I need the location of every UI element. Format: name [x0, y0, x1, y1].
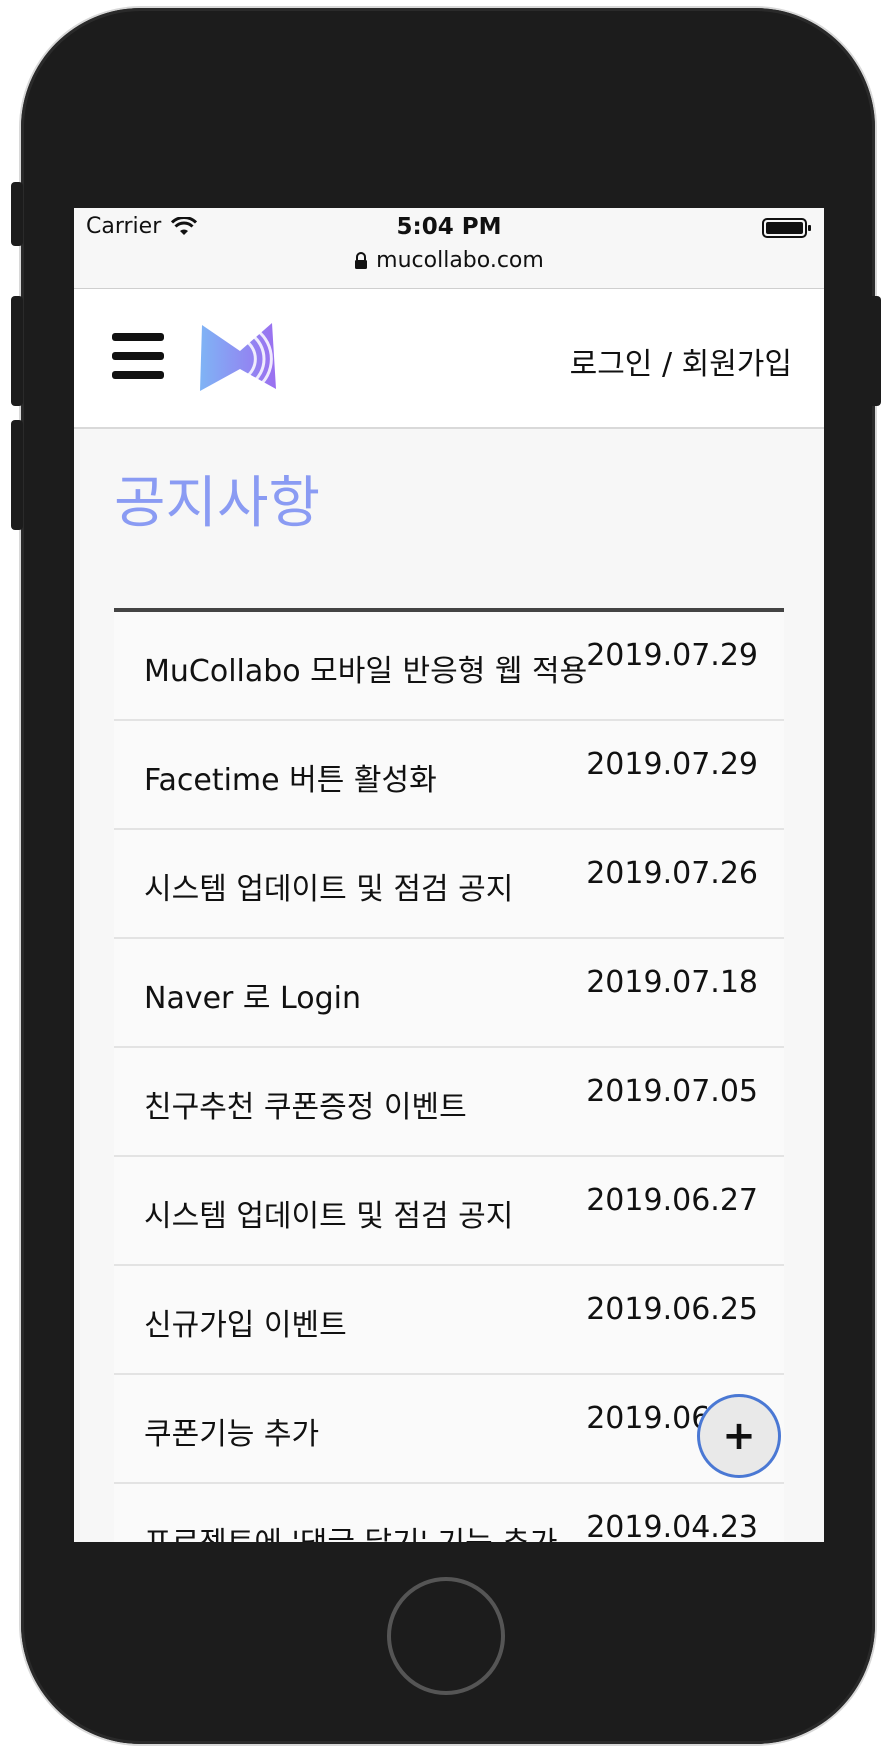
list-item[interactable]: 프로젝트에 '댓글 달기' 기능 추가 2019.04.23 [114, 1484, 784, 1542]
address-bar[interactable]: mucollabo.com [74, 248, 824, 273]
list-item[interactable]: 시스템 업데이트 및 점검 공지 2019.06.27 [114, 1157, 784, 1266]
login-signup-link[interactable]: 로그인 / 회원가입 [570, 339, 792, 383]
mute-switch [11, 182, 23, 246]
power-button [869, 296, 881, 406]
notice-title[interactable]: 시스템 업데이트 및 점검 공지 [144, 864, 513, 908]
add-button[interactable]: + [697, 1394, 781, 1478]
list-item[interactable]: 쿠폰기능 추가 2019.06.25 [114, 1375, 784, 1484]
clock: 5:04 PM [396, 214, 502, 240]
notice-date: 2019.07.26 [586, 856, 758, 891]
list-item[interactable]: Naver 로 Login 2019.07.18 [114, 939, 784, 1048]
lock-icon [355, 251, 368, 269]
notice-date: 2019.07.29 [586, 747, 758, 782]
notice-title[interactable]: 시스템 업데이트 및 점검 공지 [144, 1191, 513, 1235]
volume-up-button [11, 296, 23, 406]
notice-list: MuCollabo 모바일 반응형 웹 적용 2019.07.29 Faceti… [114, 608, 784, 1542]
notice-title[interactable]: MuCollabo 모바일 반응형 웹 적용 [144, 646, 587, 690]
list-item[interactable]: 친구추천 쿠폰증정 이벤트 2019.07.05 [114, 1048, 784, 1157]
notice-title[interactable]: 친구추천 쿠폰증정 이벤트 [144, 1082, 467, 1126]
status-bar: Carrier 5:04 PM mucollabo.com [74, 208, 824, 289]
browser-screen: Carrier 5:04 PM mucollabo.com 로그인 / 회원가입… [74, 208, 824, 1542]
notice-title[interactable]: 쿠폰기능 추가 [144, 1409, 319, 1453]
list-item[interactable]: 신규가입 이벤트 2019.06.25 [114, 1266, 784, 1375]
site-header: 로그인 / 회원가입 [74, 289, 824, 429]
battery-icon [762, 218, 811, 238]
notice-date: 2019.04.23 [586, 1510, 758, 1542]
notice-date: 2019.06.25 [586, 1292, 758, 1327]
notice-date: 2019.07.05 [586, 1074, 758, 1109]
url-text: mucollabo.com [376, 248, 544, 273]
hamburger-icon[interactable] [112, 333, 164, 379]
plus-icon: + [722, 1413, 756, 1459]
list-item[interactable]: 시스템 업데이트 및 점검 공지 2019.07.26 [114, 830, 784, 939]
mucollabo-logo[interactable] [196, 319, 280, 395]
volume-down-button [11, 420, 23, 530]
page-title: 공지사항 [114, 471, 321, 536]
notice-title[interactable]: 신규가입 이벤트 [144, 1300, 347, 1344]
notice-date: 2019.07.29 [586, 638, 758, 673]
notice-title[interactable]: Facetime 버튼 활성화 [144, 755, 437, 799]
notice-date: 2019.06.27 [586, 1183, 758, 1218]
notice-title[interactable]: Naver 로 Login [144, 973, 361, 1017]
notice-title[interactable]: 프로젝트에 '댓글 달기' 기능 추가 [144, 1518, 557, 1542]
list-item[interactable]: Facetime 버튼 활성화 2019.07.29 [114, 721, 784, 830]
list-item[interactable]: MuCollabo 모바일 반응형 웹 적용 2019.07.29 [114, 612, 784, 721]
home-button[interactable] [387, 1577, 505, 1695]
notice-date: 2019.07.18 [586, 965, 758, 1000]
